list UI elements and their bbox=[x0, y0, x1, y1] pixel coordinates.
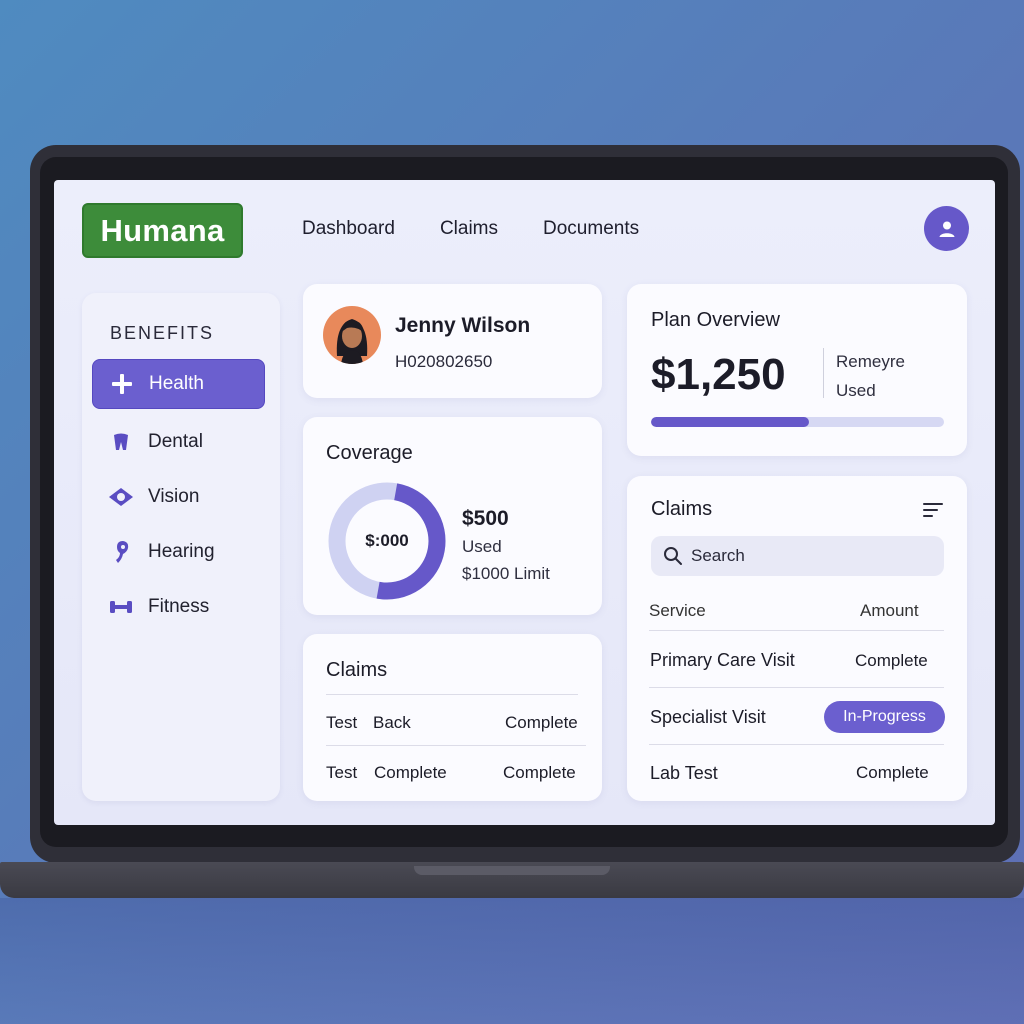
claim-status: Complete bbox=[505, 713, 578, 732]
service-name: Lab Test bbox=[650, 763, 718, 783]
app-screen: Humana Dashboard Claims Documents BENEFI… bbox=[54, 180, 995, 825]
sidebar-item-label: Health bbox=[149, 373, 204, 394]
nav-dashboard[interactable]: Dashboard bbox=[302, 218, 395, 240]
claims-table-title: Claims bbox=[651, 498, 713, 520]
service-name: Specialist Visit bbox=[650, 707, 766, 727]
laptop-notch bbox=[414, 866, 610, 875]
dumbbell-icon bbox=[108, 594, 134, 620]
divider bbox=[649, 744, 944, 745]
claim-detail: Complete bbox=[374, 763, 447, 782]
plus-icon bbox=[109, 371, 135, 397]
plan-used-label: Used bbox=[836, 381, 876, 400]
divider bbox=[649, 630, 944, 631]
claims-search-input[interactable]: Search bbox=[651, 536, 944, 576]
profile-card: Jenny Wilson H020802650 bbox=[303, 284, 602, 398]
user-icon bbox=[939, 221, 954, 237]
claim-detail: Back bbox=[373, 713, 411, 732]
column-header-service: Service bbox=[649, 601, 706, 620]
service-name: Primary Care Visit bbox=[650, 650, 795, 670]
benefits-sidebar: BENEFITS Health Dental Vision Hearing Fi… bbox=[82, 293, 280, 801]
plan-progress-fill bbox=[651, 417, 810, 427]
status-badge[interactable]: In-Progress bbox=[824, 701, 945, 733]
sidebar-item-label: Fitness bbox=[148, 596, 210, 617]
humana-logo[interactable]: Humana bbox=[82, 203, 243, 258]
member-id: H020802650 bbox=[395, 352, 493, 371]
plan-overview-title: Plan Overview bbox=[651, 309, 780, 331]
claims-table-card: Claims Search Service Amount Primary Car… bbox=[627, 476, 967, 801]
ear-icon bbox=[108, 539, 134, 565]
nav-claims[interactable]: Claims bbox=[440, 218, 498, 240]
sidebar-heading: BENEFITS bbox=[110, 323, 215, 343]
user-menu-button[interactable] bbox=[924, 206, 969, 251]
claim-name: Test bbox=[326, 713, 358, 732]
divider bbox=[326, 694, 578, 695]
avatar bbox=[323, 306, 381, 364]
filter-icon[interactable] bbox=[923, 502, 943, 518]
sidebar-item-hearing[interactable]: Hearing bbox=[92, 527, 265, 577]
plan-side-label: Remeyre bbox=[836, 352, 905, 371]
eye-icon bbox=[108, 484, 134, 510]
divider bbox=[326, 745, 586, 746]
search-placeholder: Search bbox=[691, 546, 745, 565]
plan-overview-card: Plan Overview $1,250 Remeyre Used bbox=[627, 284, 967, 456]
claims-summary-card: Claims Test Back Complete Test Complete … bbox=[303, 634, 602, 801]
plan-divider bbox=[823, 348, 824, 398]
top-nav: Dashboard Claims Documents bbox=[302, 218, 684, 240]
coverage-card: Coverage $:000 $500 Used $1000 Limit bbox=[303, 417, 602, 615]
plan-progress-bar bbox=[651, 417, 944, 427]
column-header-amount: Amount bbox=[860, 601, 919, 620]
sidebar-item-label: Vision bbox=[148, 486, 200, 507]
claims-summary-title: Claims bbox=[326, 659, 388, 681]
claim-status: Complete bbox=[503, 763, 576, 782]
nav-documents[interactable]: Documents bbox=[543, 218, 639, 240]
coverage-limit-label: $1000 Limit bbox=[462, 564, 550, 583]
claim-name: Test bbox=[326, 763, 358, 782]
plan-amount: $1,250 bbox=[651, 350, 786, 399]
coverage-title: Coverage bbox=[326, 442, 413, 464]
coverage-used-label: Used bbox=[462, 537, 502, 556]
search-icon bbox=[664, 547, 682, 565]
divider bbox=[649, 687, 944, 688]
donut-center-label: $:000 bbox=[365, 531, 409, 550]
sidebar-item-health[interactable]: Health bbox=[92, 359, 265, 409]
sidebar-item-dental[interactable]: Dental bbox=[92, 417, 265, 467]
sidebar-item-label: Dental bbox=[148, 431, 203, 452]
tooth-icon bbox=[108, 429, 134, 455]
sidebar-item-fitness[interactable]: Fitness bbox=[92, 582, 265, 632]
laptop-shadow bbox=[0, 898, 1024, 1024]
sidebar-item-vision[interactable]: Vision bbox=[92, 472, 265, 522]
claim-status: Complete bbox=[855, 651, 928, 670]
coverage-used-amount: $500 bbox=[462, 507, 509, 530]
sidebar-item-label: Hearing bbox=[148, 541, 215, 562]
claim-status: Complete bbox=[856, 763, 929, 782]
member-name: Jenny Wilson bbox=[395, 314, 531, 337]
